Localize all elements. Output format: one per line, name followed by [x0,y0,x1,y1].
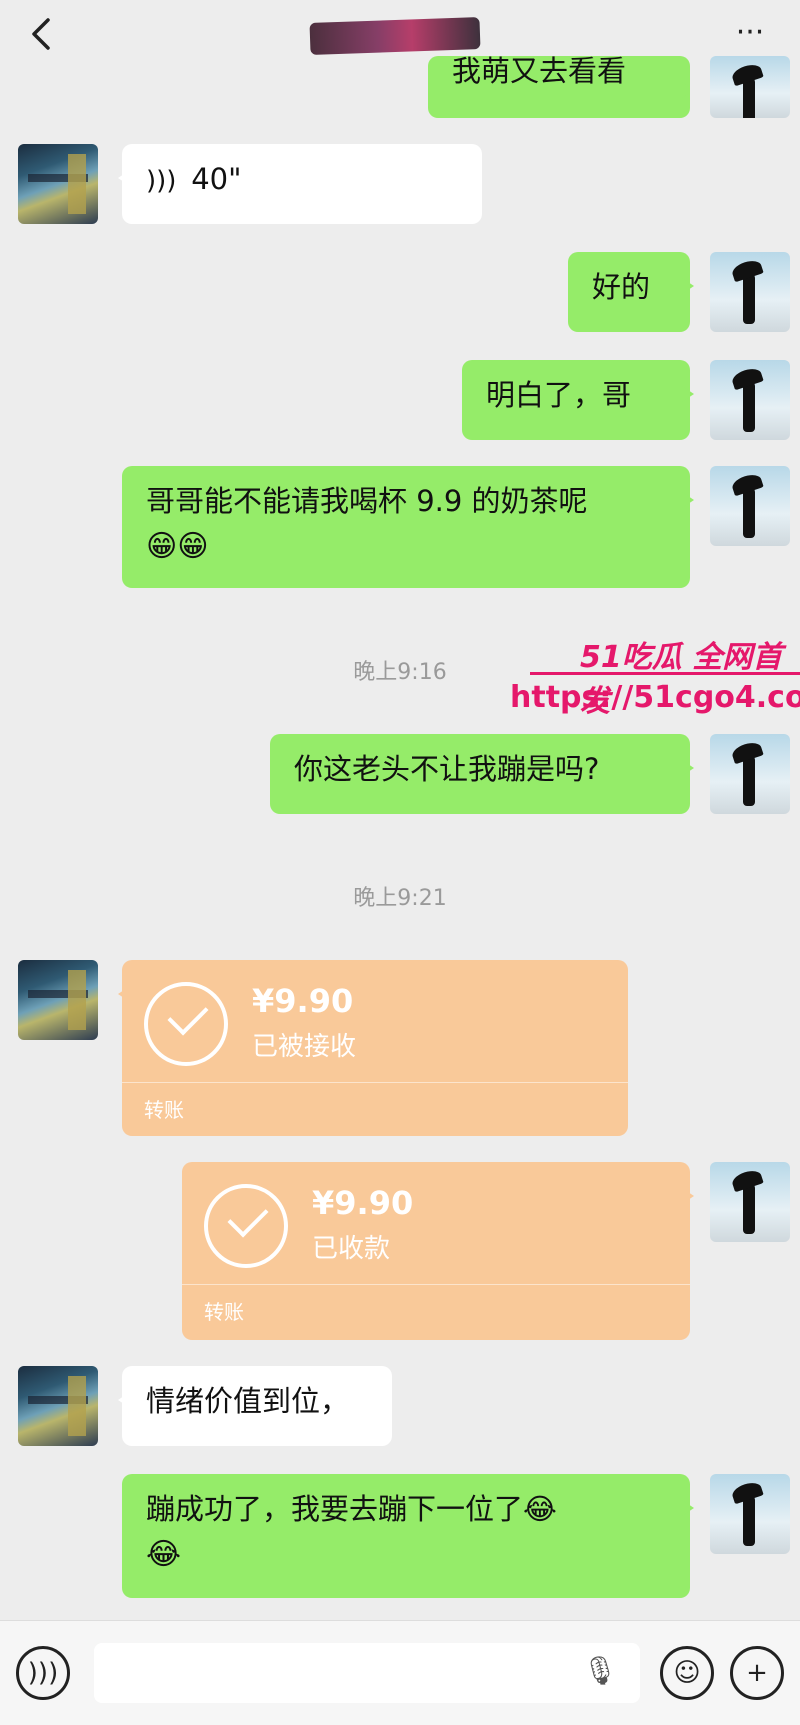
emoji-button[interactable]: ☺ [660,1646,714,1700]
avatar-self[interactable] [710,1474,790,1554]
transfer-label: 转账 [144,1098,184,1122]
timestamp: 晚上9:21 [353,886,447,911]
input-bar: ))) 🎙 ☺ + [0,1620,800,1725]
watermark-rule [530,672,800,675]
message-text: 情绪价值到位， [146,1384,350,1418]
message-text: 你这老头不让我蹦是吗? [294,752,600,786]
back-button[interactable] [22,14,62,54]
voice-wave-icon: ))) [146,166,177,196]
chat-title [300,12,500,62]
avatar-self[interactable] [710,56,790,118]
plus-button[interactable]: + [730,1646,784,1700]
avatar-contact[interactable] [18,1366,98,1446]
message-bubble[interactable]: 明白了，哥 [462,360,694,440]
smiley-icon: ☺ [673,1658,701,1688]
avatar-self[interactable] [710,360,790,440]
check-circle-icon [204,1184,288,1268]
avatar-self[interactable] [710,466,790,546]
check-circle-icon [144,982,228,1066]
message-text: 蹦成功了，我要去蹦下一位了😂 [146,1492,557,1526]
avatar-contact[interactable] [18,960,98,1040]
message-bubble[interactable]: 你这老头不让我蹦是吗? [270,734,694,814]
avatar-self[interactable] [710,734,790,814]
message-bubble[interactable]: 我萌又去看看 [428,56,690,118]
transfer-label: 转账 [204,1300,244,1324]
message-text: 哥哥能不能请我喝杯 9.9 的奶茶呢 [146,484,588,518]
watermark-url: https://51cgo4.com [510,680,800,715]
transfer-amount: ¥9.90 [252,982,354,1020]
voice-toggle-button[interactable]: ))) [16,1646,70,1700]
grin-emoji: 😁😁 [146,529,209,564]
avatar-self[interactable] [710,1162,790,1242]
transfer-card[interactable]: ¥9.90 已被接收 转账 [118,960,628,1136]
message-text: 明白了，哥 [486,378,632,412]
transfer-status: 已收款 [312,1234,391,1264]
microphone-icon[interactable]: 🎙 [580,1654,620,1694]
plus-icon: + [746,1658,768,1688]
divider [182,1284,690,1285]
voice-duration: 40" [191,162,242,196]
avatar-contact[interactable] [18,144,98,224]
voice-message[interactable]: ))) 40" [118,144,482,224]
voice-wave-icon: ))) [27,1658,59,1688]
more-button[interactable]: ··· [730,18,770,48]
chevron-left-icon [32,18,50,50]
message-bubble[interactable]: 情绪价值到位， [118,1366,392,1446]
message-bubble[interactable]: 哥哥能不能请我喝杯 9.9 的奶茶呢 😁😁 [122,466,694,588]
transfer-amount: ¥9.90 [312,1184,414,1222]
message-text: 好的 [592,270,651,304]
message-bubble[interactable]: 蹦成功了，我要去蹦下一位了😂 😂 [122,1474,694,1598]
redaction-scribble [309,17,481,55]
message-input[interactable] [94,1643,640,1703]
transfer-card[interactable]: ¥9.90 已收款 转账 [182,1162,694,1340]
message-text: 我萌又去看看 [452,56,627,88]
transfer-status: 已被接收 [252,1032,357,1062]
avatar-self[interactable] [710,252,790,332]
more-dots-icon: ··· [735,15,765,50]
message-bubble[interactable]: 好的 [568,252,694,332]
laugh-cry-emoji: 😂 [146,1537,182,1572]
divider [122,1082,628,1083]
watermark: 51吃瓜 全网首发 https://51cgo4.com [500,632,800,722]
